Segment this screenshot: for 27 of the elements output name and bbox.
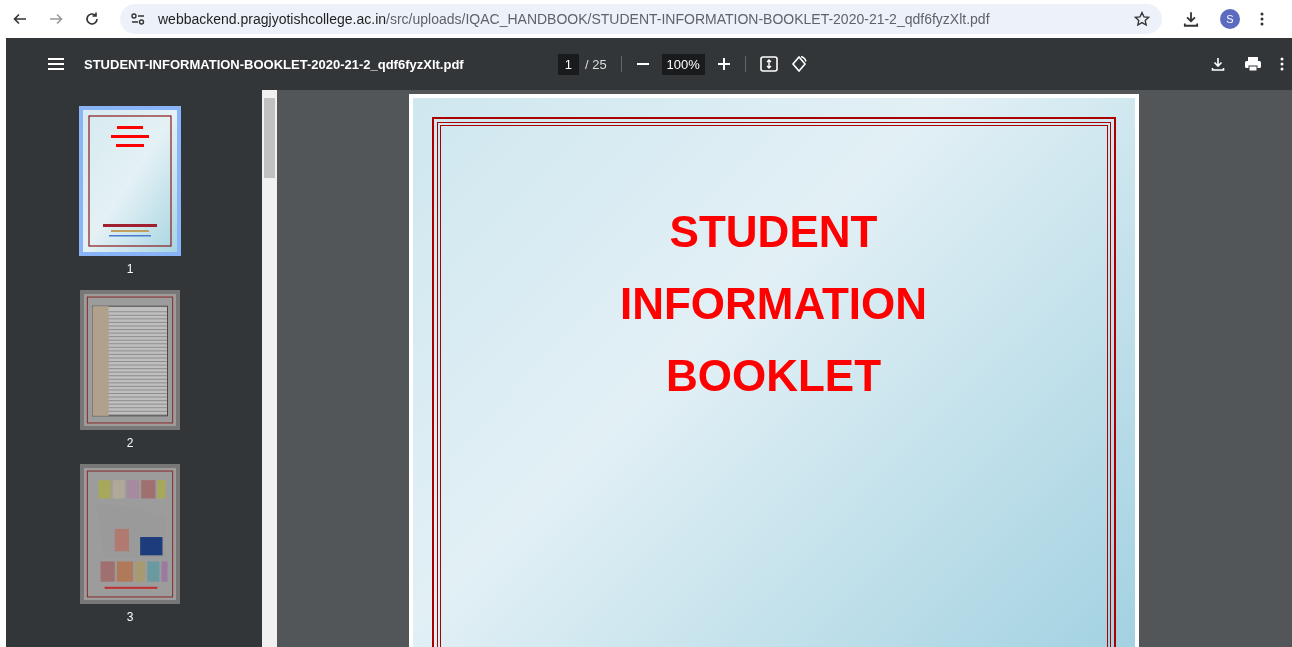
thumbnail-page-number: 3	[126, 610, 134, 624]
more-icon[interactable]	[1260, 11, 1264, 27]
thumbnail-page-number: 1	[126, 262, 134, 276]
rotate-icon[interactable]	[789, 55, 808, 73]
zoom-in-icon[interactable]	[716, 57, 731, 71]
booklet-title-text: BOOKLET	[665, 350, 882, 402]
booklet-title-text: INFORMATION	[619, 278, 928, 330]
back-icon[interactable]	[12, 11, 28, 27]
address-bar[interactable]: webbackend.pragjyotishcollege.ac.in/src/uploads/IQAC_HANDBOOK/STUDENT-INFORMATION-BOOKLET-2020-21-2_qdf6fyzXlt.pdf	[120, 4, 1162, 34]
fit-page-icon[interactable]	[759, 56, 778, 72]
zoom-field[interactable]: 100%	[661, 53, 705, 75]
more-icon[interactable]	[1280, 56, 1284, 72]
star-icon[interactable]	[1134, 11, 1150, 27]
page-number-field[interactable]: 1	[557, 53, 579, 75]
thumbnail-page-number: 2	[126, 436, 134, 450]
reload-icon[interactable]	[84, 11, 100, 27]
download-icon[interactable]	[1182, 10, 1200, 28]
print-icon[interactable]	[1244, 56, 1262, 72]
site-settings-icon[interactable]	[130, 11, 146, 27]
profile-avatar[interactable]: S	[1220, 9, 1240, 29]
forward-icon[interactable]	[48, 11, 64, 27]
url-text: webbackend.pragjyotishcollege.ac.in/src/uploads/IQAC_HANDBOOK/STUDENT-INFORMATION-BOOKLET-2020-21-2_qdf6fyzXlt.pdf	[158, 11, 991, 27]
menu-icon[interactable]	[48, 57, 64, 71]
scrollbar-thumb[interactable]	[264, 98, 275, 178]
page-total: / 25	[584, 56, 607, 72]
booklet-title-text: STUDENT	[669, 206, 878, 258]
file-name: STUDENT-INFORMATION-BOOKLET-2020-21-2_qdf6fyzXlt.pdf	[84, 56, 464, 72]
